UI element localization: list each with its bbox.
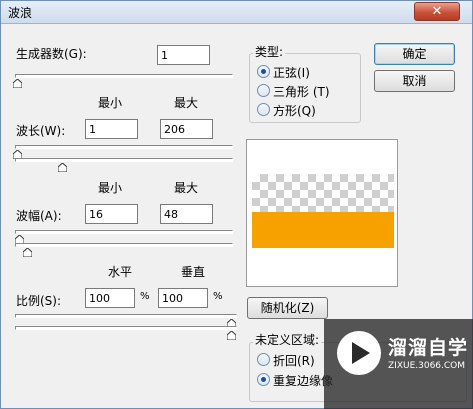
wavelength-min-input[interactable] [85, 119, 138, 139]
watermark-url: ZIXUE.3066.COM [388, 361, 466, 371]
title-bar: 波浪 ✕ [1, 1, 472, 24]
wrap-around-radio[interactable] [257, 353, 270, 366]
wavelength-max-slider-thumb[interactable] [58, 163, 67, 172]
play-logo-icon [337, 331, 381, 375]
scale-horizontal-unit: % [140, 291, 150, 302]
scale-horizontal-input[interactable] [85, 288, 135, 308]
scale-vertical-slider-thumb[interactable] [227, 331, 236, 340]
amplitude-max-header: 最大 [174, 181, 199, 195]
generators-slider-track[interactable] [15, 74, 233, 78]
type-square-label[interactable]: 方形(Q) [273, 102, 316, 119]
amplitude-max-slider-thumb[interactable] [23, 248, 32, 257]
cancel-button[interactable]: 取消 [374, 70, 455, 92]
type-sine-radio[interactable] [257, 65, 270, 78]
type-sine-label[interactable]: 正弦(I) [273, 64, 310, 81]
amplitude-min-header: 最小 [98, 181, 123, 195]
scale-horizontal-header: 水平 [108, 265, 133, 279]
amplitude-label: 波幅(A): [16, 209, 62, 223]
close-icon: ✕ [431, 4, 443, 19]
type-label: 类型: [253, 43, 286, 60]
amplitude-min-slider-track[interactable] [15, 230, 233, 234]
amplitude-max-slider-track[interactable] [15, 243, 233, 247]
scale-vertical-header: 垂直 [181, 265, 206, 279]
scale-label: 比例(S): [16, 294, 62, 308]
window-title: 波浪 [8, 6, 33, 20]
watermark: 溜溜自学 ZIXUE.3066.COM [324, 319, 473, 409]
wavelength-min-slider-track[interactable] [15, 145, 233, 149]
scale-vertical-input[interactable] [158, 288, 208, 308]
generators-slider-thumb[interactable] [13, 79, 22, 88]
repeat-edge-radio[interactable] [257, 373, 270, 386]
transparent-area [252, 174, 394, 212]
wavelength-label: 波长(W): [16, 124, 66, 138]
wavelength-max-input[interactable] [160, 119, 213, 139]
wave-preview [246, 139, 398, 287]
amplitude-min-input[interactable] [85, 204, 138, 224]
wavelength-min-header: 最小 [98, 96, 123, 110]
wavelength-max-header: 最大 [174, 96, 199, 110]
generators-input[interactable] [157, 45, 210, 65]
wavelength-max-slider-track[interactable] [15, 158, 233, 162]
type-triangle-radio[interactable] [257, 84, 270, 97]
scale-horizontal-slider-track[interactable] [15, 314, 237, 318]
amplitude-max-input[interactable] [160, 204, 213, 224]
generators-label: 生成器数(G): [16, 47, 87, 61]
wrap-around-label[interactable]: 折回(R) [273, 352, 315, 369]
scale-vertical-unit: % [213, 291, 223, 302]
ok-button[interactable]: 确定 [374, 43, 455, 65]
preview-fill [252, 212, 394, 248]
scale-vertical-slider-track[interactable] [15, 326, 237, 330]
randomize-button[interactable]: 随机化(Z) [247, 297, 328, 319]
type-square-radio[interactable] [257, 103, 270, 116]
undefined-area-label: 未定义区域: [253, 331, 322, 348]
type-triangle-label[interactable]: 三角形 (T) [273, 83, 330, 100]
watermark-brand: 溜溜自学 [388, 337, 469, 359]
close-button[interactable]: ✕ [414, 2, 460, 21]
